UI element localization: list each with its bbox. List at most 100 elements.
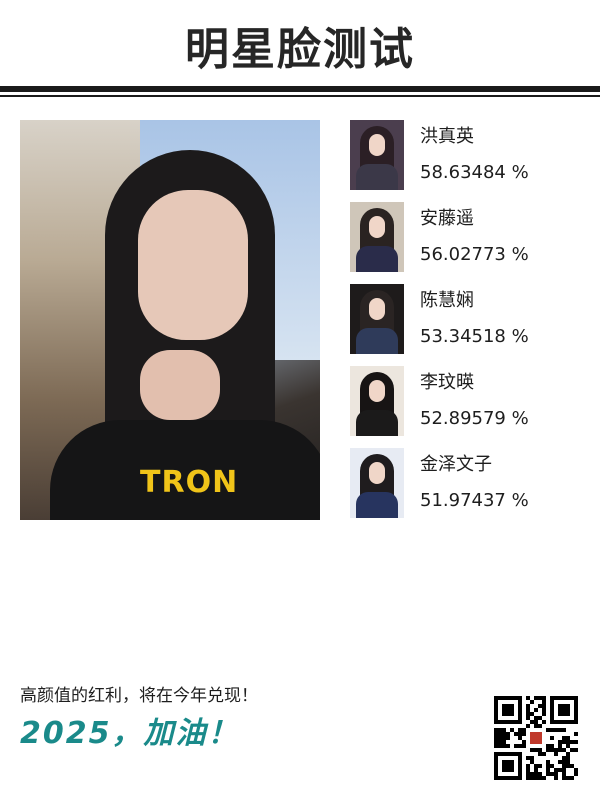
qr-module <box>526 708 530 712</box>
match-thumbnail <box>350 448 404 518</box>
qr-module <box>534 768 538 772</box>
qr-module <box>566 752 570 756</box>
qr-module <box>494 728 498 732</box>
qr-module <box>502 760 514 772</box>
thumb-face <box>369 216 385 238</box>
qr-module <box>498 736 502 740</box>
match-item[interactable]: 李玟暎 52.89579 % <box>350 366 590 436</box>
qr-code[interactable] <box>494 696 578 780</box>
qr-module <box>542 720 546 724</box>
qr-module <box>498 732 502 736</box>
photo-hand <box>140 350 220 420</box>
qr-module <box>546 728 550 732</box>
header-divider-thick <box>0 86 600 92</box>
qr-module <box>534 724 538 728</box>
qr-module <box>542 712 546 716</box>
match-item[interactable]: 安藤遥 56.02773 % <box>350 202 590 272</box>
thumb-body <box>356 328 398 354</box>
qr-module <box>538 752 542 756</box>
qr-module <box>502 732 506 736</box>
qr-module <box>530 720 534 724</box>
qr-module <box>498 740 502 744</box>
qr-module <box>538 764 542 768</box>
qr-module <box>574 740 578 744</box>
qr-module <box>530 760 534 764</box>
qr-module <box>526 768 530 772</box>
qr-module <box>526 756 530 760</box>
qr-module <box>550 772 554 776</box>
match-thumbnail <box>350 366 404 436</box>
qr-module <box>502 736 506 740</box>
qr-module <box>534 748 538 752</box>
qr-module <box>526 716 530 720</box>
thumb-body <box>356 492 398 518</box>
qr-module <box>558 760 562 764</box>
qr-module <box>562 740 566 744</box>
qr-module <box>514 732 518 736</box>
qr-module <box>542 696 546 700</box>
qr-module <box>562 728 566 732</box>
qr-module <box>566 764 570 768</box>
thumb-body <box>356 410 398 436</box>
qr-module <box>538 696 542 700</box>
qr-module <box>558 740 562 744</box>
qr-module <box>538 704 542 708</box>
qr-module <box>550 764 554 768</box>
qr-module <box>514 744 518 748</box>
match-item[interactable]: 陈慧娴 53.34518 % <box>350 284 590 354</box>
qr-module <box>562 764 566 768</box>
qr-module <box>494 736 498 740</box>
qr-module <box>554 776 558 780</box>
qr-module <box>526 772 530 776</box>
qr-module <box>546 768 550 772</box>
qr-module <box>546 744 550 748</box>
qr-module <box>530 756 534 760</box>
qr-module <box>502 740 506 744</box>
qr-module <box>562 768 566 772</box>
qr-module <box>506 736 510 740</box>
qr-module <box>554 768 558 772</box>
qr-module <box>542 776 546 780</box>
qr-module <box>566 776 570 780</box>
thumb-face <box>369 134 385 156</box>
qr-module <box>574 772 578 776</box>
qr-module <box>530 712 534 716</box>
qr-module <box>518 728 522 732</box>
qr-module <box>526 724 530 728</box>
qr-module <box>574 768 578 772</box>
match-name: 李玟暎 <box>420 372 474 393</box>
qr-module <box>522 740 526 744</box>
match-name: 洪真英 <box>420 126 474 147</box>
match-item[interactable]: 洪真英 58.63484 % <box>350 120 590 190</box>
qr-module <box>546 748 550 752</box>
qr-module <box>542 752 546 756</box>
qr-module <box>554 728 558 732</box>
qr-module <box>530 732 542 744</box>
qr-module <box>534 776 538 780</box>
thumb-face <box>369 298 385 320</box>
qr-module <box>566 744 570 748</box>
qr-module <box>546 772 550 776</box>
match-score: 52.89579 % <box>420 408 529 429</box>
qr-module <box>530 772 534 776</box>
qr-module <box>518 736 522 740</box>
qr-module <box>538 724 542 728</box>
qr-module <box>538 716 542 720</box>
match-score: 51.97437 % <box>420 490 529 511</box>
qr-module <box>530 748 534 752</box>
qr-module <box>502 744 506 748</box>
match-score: 58.63484 % <box>420 162 529 183</box>
qr-module <box>562 736 566 740</box>
qr-module <box>570 748 574 752</box>
qr-module <box>558 704 570 716</box>
qr-module <box>566 760 570 764</box>
match-item[interactable]: 金泽文子 51.97437 % <box>350 448 590 518</box>
qr-module <box>542 708 546 712</box>
qr-module <box>534 764 538 768</box>
qr-module <box>550 728 554 732</box>
thumb-face <box>369 462 385 484</box>
qr-module <box>570 740 574 744</box>
qr-module <box>562 748 566 752</box>
qr-module <box>546 760 550 764</box>
qr-module <box>526 696 530 700</box>
